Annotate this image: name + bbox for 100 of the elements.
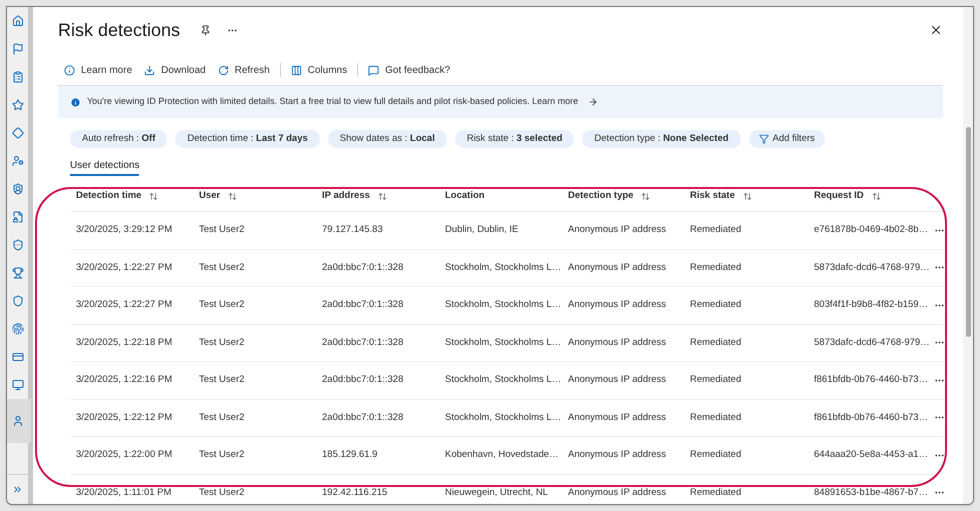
info-icon [64,64,75,76]
arrow-right-icon[interactable] [588,97,598,107]
table-cell: Anonymous IP address [568,412,666,423]
page-title: Risk detections [58,18,180,42]
sort-icon [641,192,650,201]
table-cell: Kobenhavn, Hovedstade… [445,449,559,460]
fingerprint-icon [12,323,24,335]
table-cell: f861bfdb-0b76-4460-b73… [814,412,928,423]
column-header[interactable]: Request ID [814,189,881,204]
columns-icon [290,64,302,76]
table-cell: Test User2 [199,449,244,460]
filter-pill[interactable]: Detection type : None Selected [582,130,741,148]
table-cell: Remediated [690,299,742,310]
column-header[interactable]: User [199,189,238,204]
column-header[interactable]: IP address [322,189,387,204]
download-icon [144,64,156,76]
table-cell: Test User2 [199,336,244,348]
table-cell: 3/20/2025, 1:22:16 PM [76,374,172,386]
pin-icon[interactable] [200,24,212,36]
sort-icon [872,192,881,201]
monitor-icon [12,379,24,391]
table-cell: Anonymous IP address [568,262,666,273]
table-cell: Stockholm, Stockholms L… [445,336,562,348]
table-cell: 84891653-b1be-4867-b7… [814,486,928,498]
table-cell: Stockholm, Stockholms L… [445,374,562,386]
sort-icon [742,192,752,201]
user-icon [12,415,24,427]
table-cell: e761878b-0469-4b02-8b… [814,224,928,236]
learn-more-button[interactable]: Learn more [58,60,138,80]
table-cell: 3/20/2025, 1:22:27 PM [76,299,172,310]
table-cell: Anonymous IP address [568,374,666,386]
table-cell: 3/20/2025, 1:22:18 PM [76,336,172,348]
home-icon [12,15,24,27]
info-icon [70,96,81,108]
table-cell: 2a0d:bbc7:0:1::328 [322,374,404,386]
table-cell: 192.42.116.215 [322,486,388,498]
table-cell: Test User2 [199,224,244,236]
table-cell: Dublin, Dublin, IE [445,224,518,236]
shield-icon [12,295,24,307]
filter-pill[interactable]: Show dates as : Local [328,130,447,148]
sort-icon [228,192,238,201]
table-cell: 79.127.145.83 [322,224,383,236]
table-cell: Stockholm, Stockholms L… [445,299,562,310]
table-cell: 3/20/2025, 1:22:12 PM [76,412,172,423]
table-cell: 2a0d:bbc7:0:1::328 [322,299,404,310]
column-header[interactable]: Risk state [690,189,752,204]
diamond-icon [12,127,24,139]
scrollbar[interactable] [963,7,973,504]
table-cell: 803f4f1f-b9b8-4f82-b159… [814,299,928,310]
table-cell: Remediated [690,336,742,348]
document-lock-icon [12,211,24,223]
trophy-icon [12,267,24,279]
table-cell: Anonymous IP address [568,336,666,348]
sidebar-item[interactable] [7,399,30,443]
clipboard-icon [12,71,24,83]
feedback-button[interactable]: Got feedback? [362,60,456,80]
download-button[interactable]: Download [138,60,212,80]
table-cell: Stockholm, Stockholms L… [445,412,562,423]
close-icon[interactable] [929,23,943,37]
table-cell: Anonymous IP address [568,299,666,310]
column-header[interactable]: Detection time [76,189,158,204]
table-cell: Remediated [690,449,742,460]
banner-text: You're viewing ID Protection with limited details. Start a free trial to view full details and pilot risk-based policies. Learn more [87,95,578,108]
table-cell: Anonymous IP address [568,449,666,460]
table-cell: Test User2 [199,374,244,386]
refresh-button[interactable]: Refresh [212,60,276,80]
table-cell: Test User2 [199,262,244,273]
chevrons-icon [12,484,23,495]
table-cell: Remediated [690,224,742,236]
columns-button[interactable]: Columns [284,60,354,80]
star-icon [12,99,24,111]
table-cell: Anonymous IP address [568,486,666,498]
table-cell: Test User2 [199,412,244,423]
filter-pill[interactable]: Risk state : 3 selected [454,130,574,148]
tab[interactable]: User detections [70,156,140,176]
refresh-icon [218,64,229,76]
table-cell: f861bfdb-0b76-4460-b73… [814,374,928,386]
table-cell: Nieuwegein, Utrecht, NL [445,486,548,498]
table-cell: Remediated [690,374,742,386]
filter-pill[interactable]: Detection time : Last 7 days [175,130,320,148]
table-cell: 3/20/2025, 3:29:12 PM [76,224,172,236]
table-cell: 2a0d:bbc7:0:1::328 [322,262,404,273]
column-header[interactable]: Location [445,189,485,204]
column-header[interactable]: Detection type [568,189,650,204]
table-cell: 5873dafc-dcd6-4768-979… [814,336,930,348]
table-cell: Remediated [690,486,742,498]
filter-pill[interactable]: Auto refresh : Off [70,130,168,148]
table-cell: Test User2 [199,299,244,310]
sort-icon [149,192,158,201]
table-cell: Test User2 [199,486,244,498]
table-cell: 2a0d:bbc7:0:1::328 [322,336,404,348]
add-filters-button[interactable]: Add filters [748,130,825,148]
user-gear-icon [12,155,24,167]
table-cell: 3/20/2025, 1:22:27 PM [76,262,172,273]
table-cell: Remediated [690,262,742,273]
feedback-icon [368,64,380,76]
table-cell: 185.129.61.9 [322,449,378,460]
table-cell: 3/20/2025, 1:11:01 PM [76,486,172,498]
table-cell: 2a0d:bbc7:0:1::328 [322,412,404,423]
table-cell: Stockholm, Stockholms L… [445,262,562,273]
